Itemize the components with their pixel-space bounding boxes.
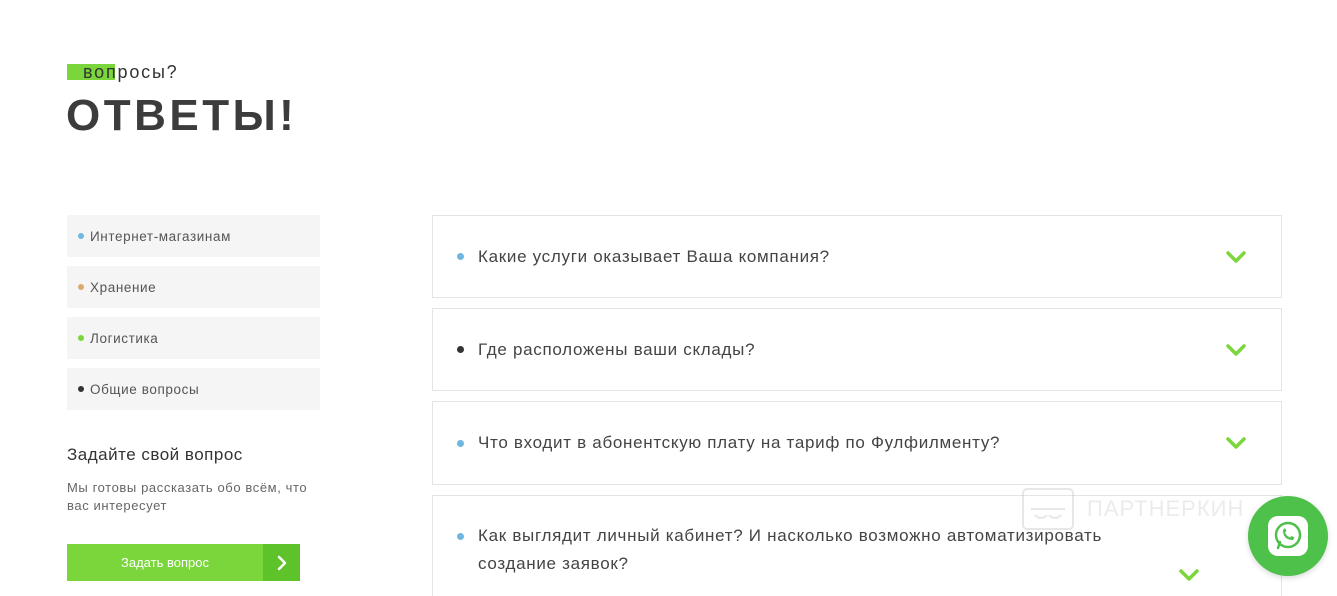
ask-description: Мы готовы рассказать обо всём, что вас и… (67, 480, 308, 513)
eyebrow: вопросы? (67, 61, 177, 83)
faq-item[interactable]: Что входит в абонентскую плату на тариф … (432, 401, 1282, 485)
chevron-right-icon (263, 544, 300, 581)
category-dot (78, 335, 84, 341)
chevron-down-icon[interactable] (1178, 568, 1200, 582)
ask-question-button[interactable]: Задать вопрос (67, 544, 300, 581)
watermark: ПАРТНЕРКИН (1021, 487, 1244, 531)
category-storage[interactable]: Хранение (67, 266, 320, 308)
category-logistics[interactable]: Логистика (67, 317, 320, 359)
faq-question: Что входит в абонентскую плату на тариф … (478, 433, 1001, 452)
category-online-stores[interactable]: Интернет-магазинам (67, 215, 320, 257)
chevron-down-icon[interactable] (1225, 436, 1247, 450)
chevron-down-icon[interactable] (1225, 343, 1247, 357)
category-label: Логистика (90, 330, 159, 346)
whatsapp-icon (1268, 516, 1308, 556)
eyebrow-text: вопросы? (83, 62, 179, 82)
faq-dot (457, 253, 464, 260)
category-general[interactable]: Общие вопросы (67, 368, 320, 410)
category-label: Общие вопросы (90, 381, 200, 397)
category-dot (78, 386, 84, 392)
faq-dot (457, 346, 464, 353)
watermark-text: ПАРТНЕРКИН (1087, 496, 1245, 521)
faq-question: Где расположены ваши склады? (478, 339, 756, 359)
chevron-down-icon[interactable] (1225, 250, 1247, 264)
watermark-logo-icon (1022, 488, 1074, 530)
ask-title: Задайте свой вопрос (67, 445, 243, 464)
faq-item[interactable]: Какие услуги оказывает Ваша компания? (432, 215, 1282, 298)
category-label: Интернет-магазинам (90, 228, 231, 244)
faq-item[interactable]: Где расположены ваши склады? (432, 308, 1282, 391)
faq-question: Какие услуги оказывает Ваша компания? (478, 246, 830, 266)
whatsapp-button[interactable] (1248, 496, 1328, 576)
category-label: Хранение (90, 279, 157, 295)
category-dot (78, 233, 84, 239)
category-dot (78, 284, 84, 290)
page-title: ОТВЕТЫ! (66, 91, 298, 140)
faq-dot (457, 439, 464, 447)
faq-dot (457, 533, 464, 540)
